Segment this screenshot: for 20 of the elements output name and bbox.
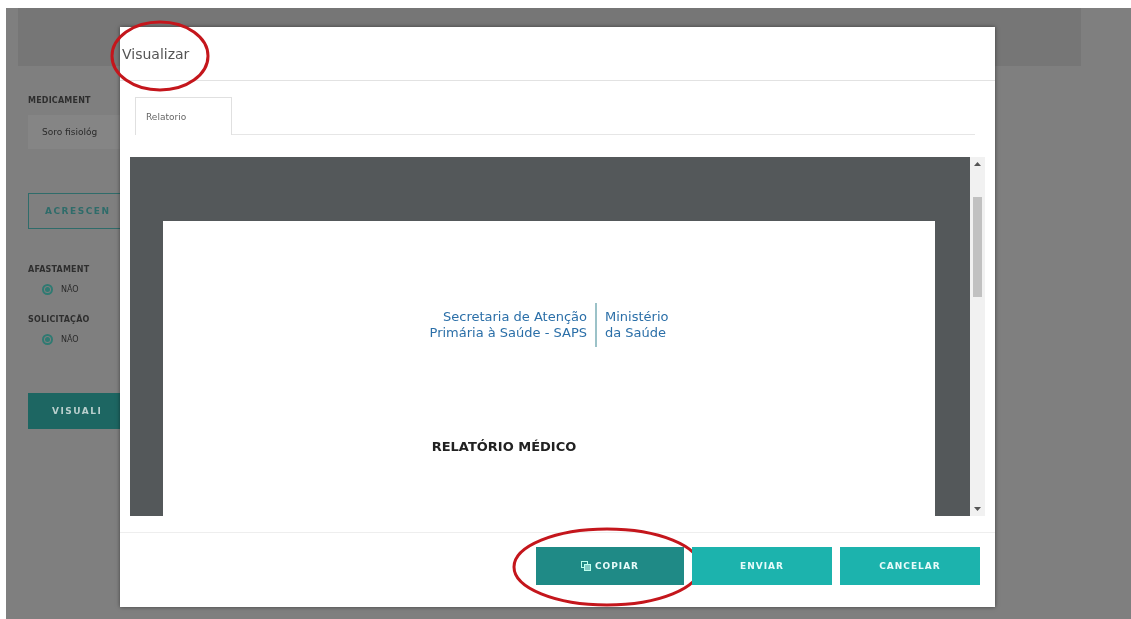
dialog-button[interactable]: CANCELAR — [840, 547, 980, 585]
scroll-thumb[interactable] — [973, 196, 982, 297]
scroll-up-icon[interactable] — [974, 161, 981, 167]
radio-button[interactable] — [42, 284, 53, 295]
copy-icon — [580, 561, 591, 571]
copy-button[interactable]: COPIAR — [536, 547, 684, 585]
scroll-down-icon[interactable] — [974, 506, 981, 512]
radio-label: NÃO — [61, 285, 79, 294]
group-label: SOLICITAÇÃO — [28, 315, 91, 324]
tab[interactable]: Relatorio — [135, 97, 232, 135]
scrollbar[interactable] — [970, 157, 985, 516]
radio-label: NÃO — [61, 335, 79, 344]
dialog-button[interactable]: ENVIAR — [692, 547, 832, 585]
dialog-title: Visualizar — [122, 45, 190, 62]
logo-text: Ministério da Saúde — [605, 308, 669, 342]
document-heading: RELATÓRIO MÉDICO — [431, 439, 577, 454]
radio-button[interactable] — [42, 334, 53, 345]
field-label: MEDICAMENT — [28, 96, 92, 105]
group-label: AFASTAMENT — [28, 265, 91, 274]
logo-text: Secretaria de Atenção Primária à Saúde - SAPS — [429, 308, 587, 342]
